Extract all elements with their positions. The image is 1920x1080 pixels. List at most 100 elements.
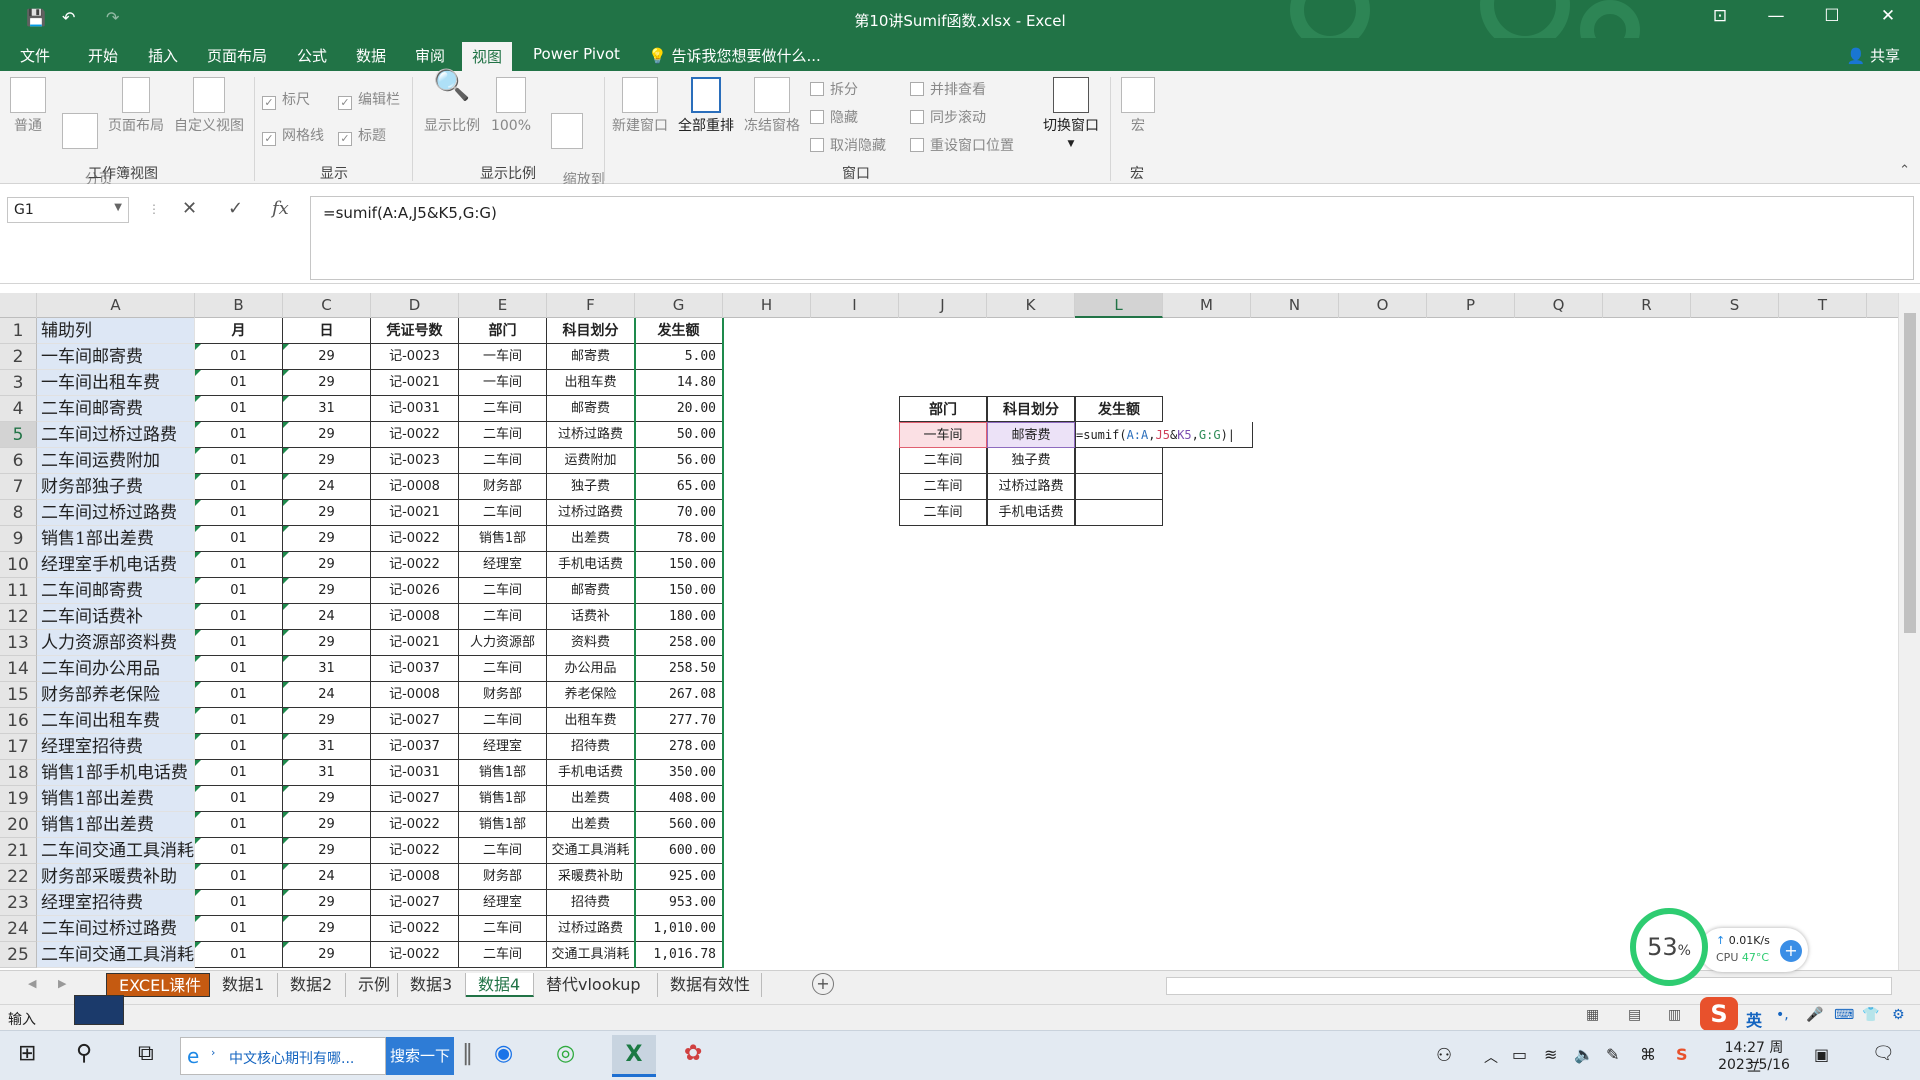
cell-f[interactable]: 邮寄费 bbox=[547, 578, 635, 604]
cell-a[interactable]: 经理室手机电话费 bbox=[37, 552, 195, 578]
switch-windows-button[interactable]: 切换窗口 ▼ bbox=[1036, 77, 1106, 153]
cell-f[interactable]: 招待费 bbox=[547, 890, 635, 916]
cell-f[interactable]: 交通工具消耗 bbox=[547, 838, 635, 864]
worksheet-grid[interactable]: ABCDEFGHIJKLMNOPQRST 1 2 3 4 5 6 7 8 9 10 11 12 13 14… bbox=[0, 293, 1898, 970]
cell-c[interactable]: 24 bbox=[283, 864, 371, 890]
sheet-tab-7[interactable]: 数据有效性 bbox=[658, 973, 762, 997]
cell-b[interactable]: 01 bbox=[195, 422, 283, 448]
cell-e[interactable]: 销售1部 bbox=[459, 526, 547, 552]
sheet-tab-2[interactable]: 数据2 bbox=[278, 973, 346, 997]
row-header-2[interactable]: 2 bbox=[0, 344, 37, 370]
cell-e[interactable]: 二车间 bbox=[459, 604, 547, 630]
cell-f[interactable]: 养老保险 bbox=[547, 682, 635, 708]
sheet-tab-5[interactable]: 数据4 bbox=[466, 973, 534, 997]
cell-d[interactable]: 记-0037 bbox=[371, 734, 459, 760]
column-header-p[interactable]: P bbox=[1427, 293, 1515, 318]
cell-e[interactable]: 二车间 bbox=[459, 396, 547, 422]
lookup-header-j[interactable]: 部门 bbox=[899, 396, 987, 422]
cell-b[interactable]: 01 bbox=[195, 682, 283, 708]
sheet-tab-6[interactable]: 替代vlookup bbox=[534, 973, 658, 997]
row-header-3[interactable]: 3 bbox=[0, 370, 37, 396]
sync-scroll-button[interactable]: 同步滚动 bbox=[910, 107, 986, 127]
cell-f[interactable]: 手机电话费 bbox=[547, 760, 635, 786]
cell-e[interactable]: 一车间 bbox=[459, 370, 547, 396]
insert-function-button[interactable]: fx bbox=[272, 198, 289, 219]
cell-c[interactable]: 29 bbox=[283, 344, 371, 370]
cell-e[interactable]: 二车间 bbox=[459, 578, 547, 604]
tab-data[interactable]: 数据 bbox=[356, 45, 386, 66]
select-all-corner[interactable] bbox=[0, 293, 37, 318]
row-header-11[interactable]: 11 bbox=[0, 578, 37, 604]
volume-icon[interactable]: 🔈 bbox=[1574, 1045, 1594, 1064]
cell-e[interactable]: 销售1部 bbox=[459, 786, 547, 812]
edge-icon[interactable]: ◉ bbox=[494, 1041, 513, 1066]
cell-d[interactable]: 记-0022 bbox=[371, 838, 459, 864]
page-layout-view-button[interactable]: 页面布局 bbox=[104, 77, 168, 135]
cell-c[interactable]: 29 bbox=[283, 526, 371, 552]
cell-c[interactable]: 24 bbox=[283, 474, 371, 500]
lookup-cell-j[interactable]: 二车间 bbox=[899, 500, 987, 526]
cell-e[interactable]: 财务部 bbox=[459, 474, 547, 500]
cell-e[interactable]: 二车间 bbox=[459, 916, 547, 942]
formula-bar-checkbox[interactable]: ✓ 编辑栏 bbox=[338, 89, 400, 110]
cell-a[interactable]: 一车间出租车费 bbox=[37, 370, 195, 396]
column-header-i[interactable]: I bbox=[811, 293, 899, 318]
tab-power-pivot[interactable]: Power Pivot bbox=[533, 45, 620, 63]
column-header-f[interactable]: F bbox=[547, 293, 635, 318]
collapse-ribbon-icon[interactable]: ⌃ bbox=[1899, 163, 1910, 178]
cell-c[interactable]: 29 bbox=[283, 552, 371, 578]
cell-c[interactable]: 24 bbox=[283, 682, 371, 708]
cell-a[interactable]: 二车间交通工具消耗 bbox=[37, 942, 195, 968]
row-header-23[interactable]: 23 bbox=[0, 890, 37, 916]
column-header-o[interactable]: O bbox=[1339, 293, 1427, 318]
cell-e[interactable]: 经理室 bbox=[459, 552, 547, 578]
cell-d[interactable]: 记-0037 bbox=[371, 656, 459, 682]
zoom-button[interactable]: 🔍 显示比例 bbox=[420, 71, 484, 135]
header-cell-e[interactable]: 部门 bbox=[459, 318, 547, 344]
cell-b[interactable]: 01 bbox=[195, 500, 283, 526]
tab-home[interactable]: 开始 bbox=[88, 45, 118, 66]
cell-b[interactable]: 01 bbox=[195, 890, 283, 916]
cell-d[interactable]: 记-0021 bbox=[371, 630, 459, 656]
cell-a[interactable]: 二车间邮寄费 bbox=[37, 396, 195, 422]
excel-taskbar-icon[interactable]: X bbox=[612, 1035, 656, 1077]
cell-e[interactable]: 二车间 bbox=[459, 942, 547, 968]
sheet-tab-4[interactable]: 数据3 bbox=[398, 973, 466, 997]
pen-icon[interactable]: ✎ bbox=[1606, 1045, 1619, 1064]
lookup-header-k[interactable]: 科目划分 bbox=[987, 396, 1075, 422]
cell-f[interactable]: 出租车费 bbox=[547, 708, 635, 734]
cell-b[interactable]: 01 bbox=[195, 812, 283, 838]
column-header-r[interactable]: R bbox=[1603, 293, 1691, 318]
row-header-17[interactable]: 17 bbox=[0, 734, 37, 760]
cell-a[interactable]: 销售1部出差费 bbox=[37, 812, 195, 838]
sheet-tab-0[interactable]: EXCEL课件 bbox=[106, 973, 210, 997]
row-header-25[interactable]: 25 bbox=[0, 942, 37, 968]
row-header-18[interactable]: 18 bbox=[0, 760, 37, 786]
cell-c[interactable]: 29 bbox=[283, 578, 371, 604]
cell-e[interactable]: 人力资源部 bbox=[459, 630, 547, 656]
cell-b[interactable]: 01 bbox=[195, 838, 283, 864]
app-flower-icon[interactable]: ✿ bbox=[684, 1041, 702, 1066]
cell-a[interactable]: 二车间过桥过路费 bbox=[37, 916, 195, 942]
cell-a[interactable]: 二车间话费补 bbox=[37, 604, 195, 630]
page-layout-status-icon[interactable]: ▤ bbox=[1628, 1007, 1641, 1023]
cell-c[interactable]: 29 bbox=[283, 630, 371, 656]
cell-c[interactable]: 29 bbox=[283, 916, 371, 942]
sogou-tray-icon[interactable]: S bbox=[1676, 1045, 1688, 1064]
keyboard-icon[interactable]: ⌨ bbox=[1834, 1007, 1854, 1023]
row-header-13[interactable]: 13 bbox=[0, 630, 37, 656]
cell-a[interactable]: 销售1部出差费 bbox=[37, 526, 195, 552]
column-header-n[interactable]: N bbox=[1251, 293, 1339, 318]
cancel-button[interactable]: ✕ bbox=[182, 198, 197, 219]
cell-e[interactable]: 二车间 bbox=[459, 500, 547, 526]
cell-f[interactable]: 邮寄费 bbox=[547, 396, 635, 422]
gridlines-checkbox[interactable]: ✓ 网格线 bbox=[262, 125, 324, 146]
cell-d[interactable]: 记-0023 bbox=[371, 344, 459, 370]
column-header-c[interactable]: C bbox=[283, 293, 371, 318]
cell-e[interactable]: 二车间 bbox=[459, 422, 547, 448]
header-cell-d[interactable]: 凭证号数 bbox=[371, 318, 459, 344]
cell-d[interactable]: 记-0031 bbox=[371, 760, 459, 786]
column-header-g[interactable]: G bbox=[635, 293, 723, 318]
cell-b[interactable]: 01 bbox=[195, 916, 283, 942]
cell-f[interactable]: 出差费 bbox=[547, 812, 635, 838]
